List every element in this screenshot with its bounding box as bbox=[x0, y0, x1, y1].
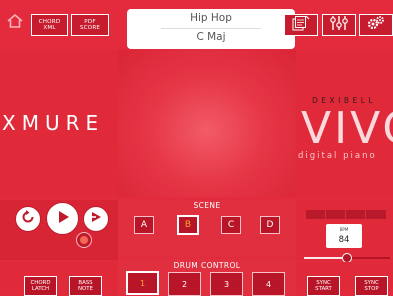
pdf-score-button[interactable]: PDF SCORE bbox=[71, 14, 109, 36]
drum-button-label: 4 bbox=[265, 279, 272, 289]
right-logo-panel: DEXIBELL VIVO digital piano bbox=[296, 50, 393, 197]
style-name: Hip Hop bbox=[190, 12, 232, 24]
pdf-score-label: PDF SCORE bbox=[79, 18, 101, 31]
chord-edit-button[interactable] bbox=[284, 14, 318, 36]
chord-xml-button[interactable]: CHORD XML bbox=[31, 14, 68, 36]
play-icon bbox=[55, 209, 71, 229]
vivo-logo: VIVO bbox=[301, 103, 393, 154]
sync-start-label: SYNC START bbox=[315, 279, 332, 292]
drum-button-4[interactable]: 4 bbox=[252, 272, 285, 296]
style-divider bbox=[161, 28, 261, 29]
forward-button[interactable] bbox=[84, 207, 108, 231]
play-button[interactable] bbox=[47, 203, 78, 234]
beat-divider bbox=[325, 210, 326, 219]
record-icon bbox=[80, 236, 88, 244]
tempo-slider-fill bbox=[304, 257, 347, 259]
style-selector[interactable]: Hip Hop C Maj bbox=[127, 9, 295, 49]
beat-divider bbox=[365, 210, 366, 219]
scene-button-a[interactable]: A bbox=[134, 216, 154, 234]
record-button[interactable] bbox=[76, 232, 92, 248]
scene-button-label: C bbox=[227, 220, 235, 230]
drum-button-2[interactable]: 2 bbox=[168, 272, 201, 296]
left-logo-panel: XMURE bbox=[0, 50, 118, 197]
scene-button-label: B bbox=[184, 220, 192, 230]
sync-start-button[interactable]: SYNC START bbox=[307, 276, 340, 296]
beat-divider bbox=[345, 210, 346, 219]
home-icon bbox=[7, 13, 23, 33]
sync-stop-button[interactable]: SYNC STOP bbox=[355, 276, 388, 296]
drum-button-label: 1 bbox=[139, 278, 146, 288]
mixer-button[interactable] bbox=[322, 14, 356, 36]
chord-latch-button[interactable]: CHORD LATCH bbox=[24, 276, 57, 296]
drum-button-1[interactable]: 1 bbox=[126, 271, 159, 295]
chord-xml-label: CHORD XML bbox=[38, 18, 61, 31]
center-display bbox=[118, 50, 296, 197]
bpm-display[interactable]: BPM 84 bbox=[326, 224, 362, 248]
chord-edit-icon bbox=[292, 15, 310, 35]
settings-icon bbox=[367, 15, 385, 35]
scene-button-b[interactable]: B bbox=[177, 215, 199, 235]
rewind-button[interactable] bbox=[16, 207, 40, 231]
beat-indicator bbox=[306, 210, 386, 219]
scene-button-label: D bbox=[266, 220, 274, 230]
forward-icon bbox=[88, 209, 104, 229]
home-button[interactable] bbox=[6, 13, 24, 33]
scene-button-label: A bbox=[140, 220, 148, 230]
rewind-icon bbox=[20, 209, 36, 229]
style-key: C Maj bbox=[196, 31, 226, 43]
scene-button-c[interactable]: C bbox=[221, 216, 241, 234]
xmure-logo: XMURE bbox=[2, 111, 105, 135]
bass-note-button[interactable]: BASS NOTE bbox=[69, 276, 102, 296]
bass-note-label: BASS NOTE bbox=[78, 279, 93, 292]
settings-button[interactable] bbox=[359, 14, 393, 36]
scene-button-d[interactable]: D bbox=[260, 216, 280, 234]
drum-control-title: DRUM CONTROL bbox=[173, 261, 241, 270]
vivo-tagline: digital piano bbox=[298, 151, 377, 161]
drum-button-3[interactable]: 3 bbox=[210, 272, 243, 296]
drum-button-label: 2 bbox=[181, 279, 188, 289]
bpm-value: 84 bbox=[338, 235, 350, 245]
bpm-label: BPM bbox=[339, 227, 349, 232]
sync-stop-label: SYNC STOP bbox=[364, 279, 379, 292]
drum-button-label: 3 bbox=[223, 279, 230, 289]
scene-title: SCENE bbox=[193, 201, 221, 210]
chord-latch-label: CHORD LATCH bbox=[30, 279, 51, 292]
mixer-icon bbox=[330, 15, 348, 35]
